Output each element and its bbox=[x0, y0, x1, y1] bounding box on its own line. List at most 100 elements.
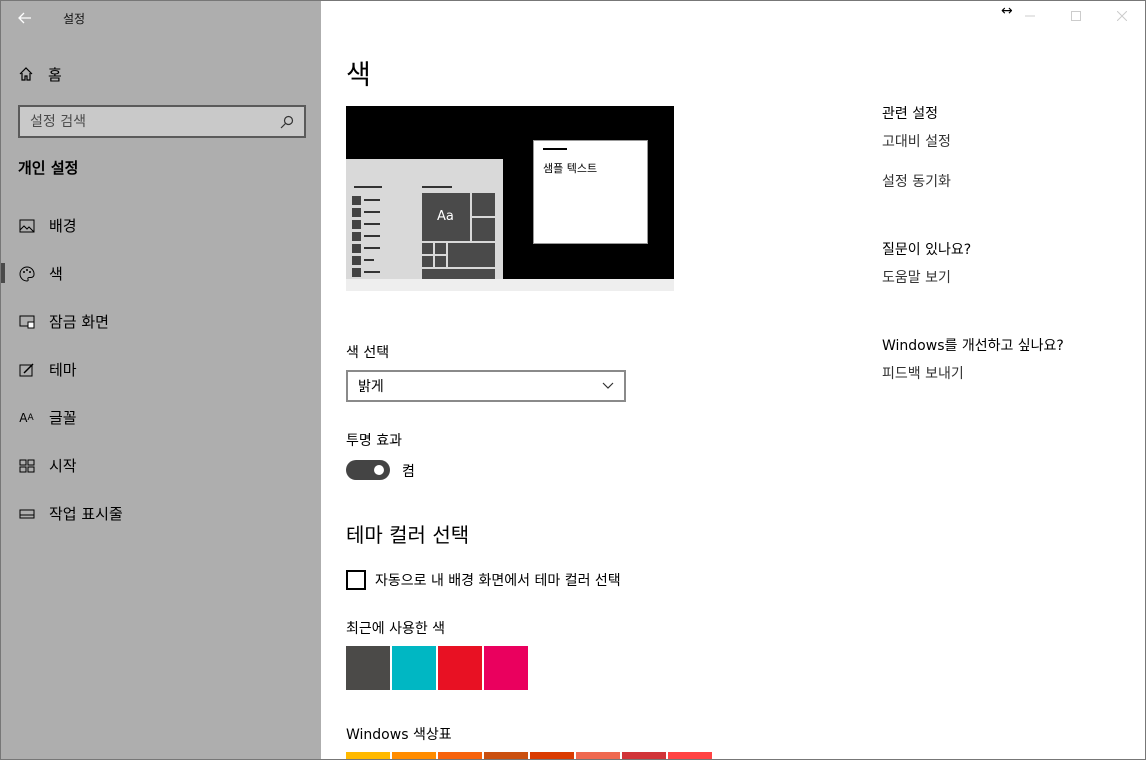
preview-line bbox=[364, 235, 380, 237]
settings-window: 설정 홈 개인 설정 배경 색 잠금 화면 테마 bbox=[0, 0, 1146, 760]
preview-line bbox=[364, 247, 380, 249]
dropdown-value: 밝게 bbox=[358, 379, 384, 395]
recent-colors-label: 최근에 사용한 색 bbox=[346, 621, 446, 637]
color-swatch[interactable] bbox=[530, 752, 574, 759]
palette-label: Windows 색상표 bbox=[346, 727, 452, 743]
related-heading: 관련 설정 bbox=[882, 106, 938, 122]
lock-screen-icon bbox=[18, 313, 35, 330]
color-swatch[interactable] bbox=[346, 646, 390, 690]
preview-tile bbox=[448, 243, 495, 267]
search-input[interactable] bbox=[20, 113, 274, 130]
transparency-toggle[interactable] bbox=[346, 460, 390, 480]
preview-square bbox=[352, 208, 361, 217]
preview-line bbox=[364, 199, 380, 201]
title-bar: 설정 bbox=[1, 1, 321, 35]
sidebar-item-label: 테마 bbox=[49, 360, 77, 379]
color-swatch[interactable] bbox=[484, 646, 528, 690]
app-title: 설정 bbox=[63, 11, 86, 26]
sidebar-item-label: 잠금 화면 bbox=[49, 312, 109, 331]
main-content: ↔ 색 Aa 샘플 텍스트 색 선택 밝게 투명 효과 켬 테마 컬러 선택 자… bbox=[321, 1, 1145, 759]
preview-tile bbox=[435, 243, 446, 254]
auto-theme-color-label: 자동으로 내 배경 화면에서 테마 컬러 선택 bbox=[375, 573, 621, 589]
minimize-icon bbox=[1025, 15, 1035, 17]
preview-square bbox=[352, 220, 361, 229]
caption-buttons bbox=[1007, 1, 1145, 35]
preview-square bbox=[352, 196, 361, 205]
sidebar-item-taskbar[interactable]: 작업 표시줄 bbox=[1, 493, 321, 533]
page-title: 색 bbox=[346, 60, 371, 91]
sidebar-item-start[interactable]: 시작 bbox=[1, 445, 321, 485]
preview-tile bbox=[472, 193, 495, 216]
sidebar-item-fonts[interactable]: AA 글꼴 bbox=[1, 397, 321, 437]
theme-color-title: 테마 컬러 선택 bbox=[346, 523, 470, 547]
color-swatch[interactable] bbox=[438, 752, 482, 759]
sidebar-item-lock-screen[interactable]: 잠금 화면 bbox=[1, 301, 321, 341]
preview-square bbox=[352, 256, 361, 265]
start-grid-icon bbox=[18, 457, 35, 474]
color-select-label: 색 선택 bbox=[346, 345, 390, 361]
sidebar-item-color[interactable]: 색 bbox=[1, 253, 321, 293]
sidebar-item-label: 시작 bbox=[49, 456, 77, 475]
sidebar-item-label: 작업 표시줄 bbox=[49, 504, 123, 523]
preview-tile bbox=[435, 256, 446, 267]
color-swatch[interactable] bbox=[668, 752, 712, 759]
color-swatch[interactable] bbox=[576, 752, 620, 759]
back-arrow-icon bbox=[18, 12, 31, 24]
theme-brush-icon bbox=[18, 361, 35, 378]
preview-line bbox=[422, 186, 452, 188]
preview-tile-text: Aa bbox=[437, 209, 454, 224]
maximize-icon bbox=[1071, 11, 1081, 21]
font-icon: AA bbox=[19, 410, 34, 425]
preview-square bbox=[352, 232, 361, 241]
sidebar-item-theme[interactable]: 테마 bbox=[1, 349, 321, 389]
minimize-button[interactable] bbox=[1007, 1, 1053, 31]
color-swatch[interactable] bbox=[622, 752, 666, 759]
search-box[interactable] bbox=[18, 105, 306, 138]
sidebar-item-label: 색 bbox=[49, 264, 63, 283]
preview-start-menu: Aa bbox=[346, 159, 503, 279]
toggle-knob bbox=[374, 465, 384, 475]
get-help-link[interactable]: 도움말 보기 bbox=[882, 267, 951, 287]
windows-palette bbox=[346, 752, 712, 759]
color-preview: Aa 샘플 텍스트 bbox=[346, 106, 674, 291]
color-swatch[interactable] bbox=[484, 752, 528, 759]
maximize-button[interactable] bbox=[1053, 1, 1099, 31]
auto-theme-color-option[interactable]: 자동으로 내 배경 화면에서 테마 컬러 선택 bbox=[346, 570, 621, 590]
preview-line bbox=[354, 186, 382, 188]
back-button[interactable] bbox=[1, 1, 49, 35]
sidebar-item-background[interactable]: 배경 bbox=[1, 205, 321, 245]
section-title: 개인 설정 bbox=[18, 159, 79, 177]
home-nav[interactable]: 홈 bbox=[18, 61, 62, 87]
search-icon[interactable] bbox=[274, 109, 300, 135]
chevron-down-icon bbox=[602, 382, 614, 389]
preview-tile bbox=[422, 269, 495, 279]
close-button[interactable] bbox=[1099, 1, 1145, 31]
palette-icon bbox=[18, 265, 35, 282]
auto-theme-color-checkbox[interactable] bbox=[346, 570, 366, 590]
toggle-state-text: 켬 bbox=[402, 464, 415, 480]
taskbar-icon bbox=[18, 505, 35, 522]
preview-line bbox=[543, 148, 567, 150]
preview-square bbox=[352, 268, 361, 277]
sync-settings-link[interactable]: 설정 동기화 bbox=[882, 171, 951, 191]
preview-tile bbox=[422, 256, 433, 267]
improve-heading: Windows를 개선하고 싶나요? bbox=[882, 338, 1064, 354]
preview-window: 샘플 텍스트 bbox=[533, 140, 648, 244]
home-label: 홈 bbox=[48, 65, 62, 84]
send-feedback-link[interactable]: 피드백 보내기 bbox=[882, 363, 964, 383]
color-mode-dropdown[interactable]: 밝게 bbox=[346, 370, 626, 402]
recent-colors bbox=[346, 646, 528, 690]
color-swatch[interactable] bbox=[392, 646, 436, 690]
preview-taskbar bbox=[346, 279, 674, 291]
color-swatch[interactable] bbox=[438, 646, 482, 690]
home-icon bbox=[19, 67, 33, 81]
preview-tile bbox=[472, 218, 495, 241]
picture-icon bbox=[18, 217, 35, 234]
color-swatch[interactable] bbox=[346, 752, 390, 759]
sidebar-item-label: 글꼴 bbox=[49, 408, 77, 427]
close-icon bbox=[1117, 11, 1127, 21]
preview-line bbox=[364, 211, 380, 213]
color-swatch[interactable] bbox=[392, 752, 436, 759]
transparency-label: 투명 효과 bbox=[346, 433, 402, 449]
high-contrast-link[interactable]: 고대비 설정 bbox=[882, 131, 951, 151]
